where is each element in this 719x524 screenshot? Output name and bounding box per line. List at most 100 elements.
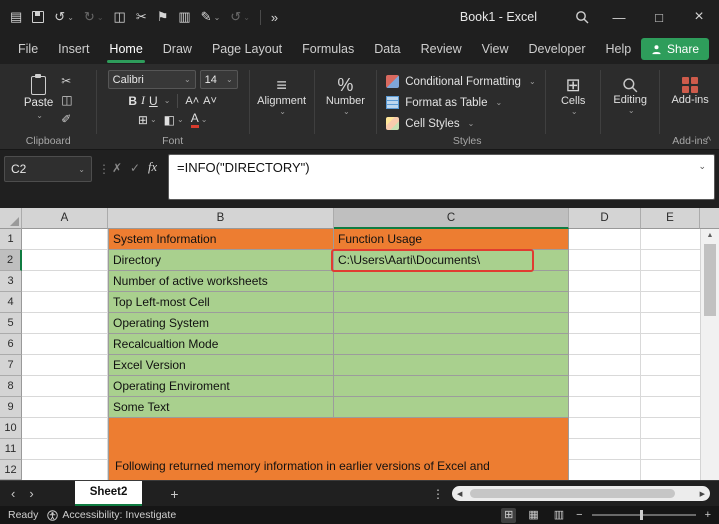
horizontal-scrollbar[interactable]: ◀ ▶	[452, 486, 710, 501]
cell-c7[interactable]	[334, 355, 569, 376]
cell-b5[interactable]: Operating System	[108, 313, 334, 334]
cell-b2[interactable]: Directory	[108, 250, 334, 271]
tab-developer[interactable]: Developer	[519, 34, 596, 64]
copy-icon[interactable]: ◫	[61, 93, 72, 107]
format-as-table-button[interactable]: Format as Table ⌄	[386, 94, 502, 111]
row-header-6[interactable]: 6	[0, 334, 22, 355]
undo-icon[interactable]: ↺⌄	[54, 9, 74, 25]
undo-history-icon[interactable]: ↺⌄	[230, 9, 250, 25]
vertical-scroll-thumb[interactable]	[704, 244, 716, 316]
collapse-ribbon-icon[interactable]: ^	[706, 135, 711, 147]
tab-home[interactable]: Home	[99, 34, 152, 64]
search-icon[interactable]	[565, 0, 599, 34]
insert-function-icon[interactable]: fx	[148, 160, 157, 175]
cell-styles-button[interactable]: Cell Styles ⌄	[386, 115, 474, 132]
column-header-d[interactable]: D	[569, 208, 641, 229]
column-header-b[interactable]: B	[108, 208, 334, 229]
editing-group[interactable]: Editing ⌄	[604, 68, 656, 136]
page-break-view-icon[interactable]: ▥	[551, 508, 567, 523]
formula-input[interactable]: =INFO("DIRECTORY") ⌄	[168, 154, 715, 200]
copy-icon[interactable]: ◫	[114, 9, 126, 25]
alignment-group[interactable]: ≡ Alignment ⌄	[253, 68, 311, 136]
cell-c6[interactable]	[334, 334, 569, 355]
scroll-right-icon[interactable]: ▶	[700, 490, 705, 498]
redo-icon[interactable]: ↻⌄	[84, 9, 104, 25]
addins-group[interactable]: Add-ins Add-ins	[663, 68, 717, 136]
underline-button[interactable]: U	[149, 94, 158, 108]
font-color-icon[interactable]: A⌄	[191, 112, 208, 128]
row-header-11[interactable]: 11	[0, 439, 22, 460]
scroll-left-icon[interactable]: ◀	[457, 490, 462, 498]
enter-icon[interactable]: ✓	[130, 161, 140, 175]
borders-icon[interactable]: ⊞⌄	[138, 113, 157, 127]
conditional-formatting-button[interactable]: Conditional Formatting ⌄	[386, 73, 535, 90]
tab-review[interactable]: Review	[411, 34, 472, 64]
cell-b6[interactable]: Recalcualtion Mode	[108, 334, 334, 355]
accessibility-checker[interactable]: Accessibility: Investigate	[47, 509, 176, 521]
tab-draw[interactable]: Draw	[153, 34, 202, 64]
cell-c1[interactable]: Function Usage	[334, 229, 569, 250]
prev-sheet-icon[interactable]: ‹	[4, 486, 22, 501]
cancel-icon[interactable]: ✗	[112, 161, 122, 175]
tab-view[interactable]: View	[472, 34, 519, 64]
shrink-font-button[interactable]: A˅	[203, 95, 217, 107]
cell-c4[interactable]	[334, 292, 569, 313]
drag-handle-icon[interactable]: ⋮	[98, 162, 110, 176]
save-icon[interactable]	[32, 11, 44, 23]
cell-b4[interactable]: Top Left-most Cell	[108, 292, 334, 313]
vertical-scrollbar[interactable]: ▲	[700, 229, 719, 480]
zoom-slider-knob[interactable]	[640, 510, 643, 520]
column-header-c[interactable]: C	[334, 208, 569, 229]
app-launcher-icon[interactable]: ▤	[10, 9, 22, 25]
grow-font-button[interactable]: A˄	[185, 95, 199, 107]
row-header-8[interactable]: 8	[0, 376, 22, 397]
fill-color-icon[interactable]: ◧⌄	[164, 113, 184, 127]
close-button[interactable]: ×	[679, 0, 719, 34]
gallery-icon[interactable]: ▥	[178, 9, 190, 25]
cell-c3[interactable]	[334, 271, 569, 292]
format-painter-icon[interactable]: ✐	[61, 112, 72, 126]
share-button[interactable]: Share	[641, 38, 709, 60]
cell-b3[interactable]: Number of active worksheets	[108, 271, 334, 292]
italic-button[interactable]: I	[141, 93, 145, 108]
zoom-out-icon[interactable]: −	[576, 509, 582, 521]
flag-icon[interactable]: ⚑	[157, 9, 169, 25]
font-name-combo[interactable]: Calibri⌄	[108, 70, 196, 89]
font-size-combo[interactable]: 14⌄	[200, 70, 238, 89]
column-header-a[interactable]: A	[22, 208, 108, 229]
zoom-in-icon[interactable]: +	[705, 509, 711, 521]
sheet-tab-sheet2[interactable]: Sheet2	[75, 481, 143, 507]
column-header-e[interactable]: E	[641, 208, 700, 229]
page-layout-view-icon[interactable]: ▦	[525, 508, 541, 523]
row-header-1[interactable]: 1	[0, 229, 22, 250]
scroll-up-icon[interactable]: ▲	[701, 229, 719, 242]
paste-button[interactable]: Paste ⌄	[24, 70, 53, 126]
draw-icon[interactable]: ✎⌄	[201, 9, 221, 25]
cell-b1[interactable]: System Information	[108, 229, 334, 250]
cell-c5[interactable]	[334, 313, 569, 334]
select-all-corner[interactable]	[0, 208, 22, 229]
cell-b8[interactable]: Operating Enviroment	[108, 376, 334, 397]
row-header-7[interactable]: 7	[0, 355, 22, 376]
tab-page-layout[interactable]: Page Layout	[202, 34, 292, 64]
cells-group[interactable]: ⊞ Cells ⌄	[549, 68, 597, 136]
cell-c9[interactable]	[334, 397, 569, 418]
tab-formulas[interactable]: Formulas	[292, 34, 364, 64]
cell-b7[interactable]: Excel Version	[108, 355, 334, 376]
horizontal-scroll-thumb[interactable]	[470, 489, 675, 498]
bold-button[interactable]: B	[128, 94, 137, 108]
cell-c8[interactable]	[334, 376, 569, 397]
cell-b9[interactable]: Some Text	[108, 397, 334, 418]
tab-insert[interactable]: Insert	[48, 34, 99, 64]
tab-file[interactable]: File	[8, 34, 48, 64]
next-sheet-icon[interactable]: ›	[22, 486, 40, 501]
row-header-10[interactable]: 10	[0, 418, 22, 439]
more-commands-icon[interactable]: »	[271, 10, 278, 25]
minimize-button[interactable]: —	[599, 0, 639, 34]
cut-icon[interactable]: ✂	[61, 74, 72, 88]
row-header-3[interactable]: 3	[0, 271, 22, 292]
row-header-5[interactable]: 5	[0, 313, 22, 334]
row-header-9[interactable]: 9	[0, 397, 22, 418]
name-box[interactable]: C2 ⌄	[4, 156, 92, 182]
merged-note-cell[interactable]: Following returned memory information in…	[108, 418, 569, 480]
